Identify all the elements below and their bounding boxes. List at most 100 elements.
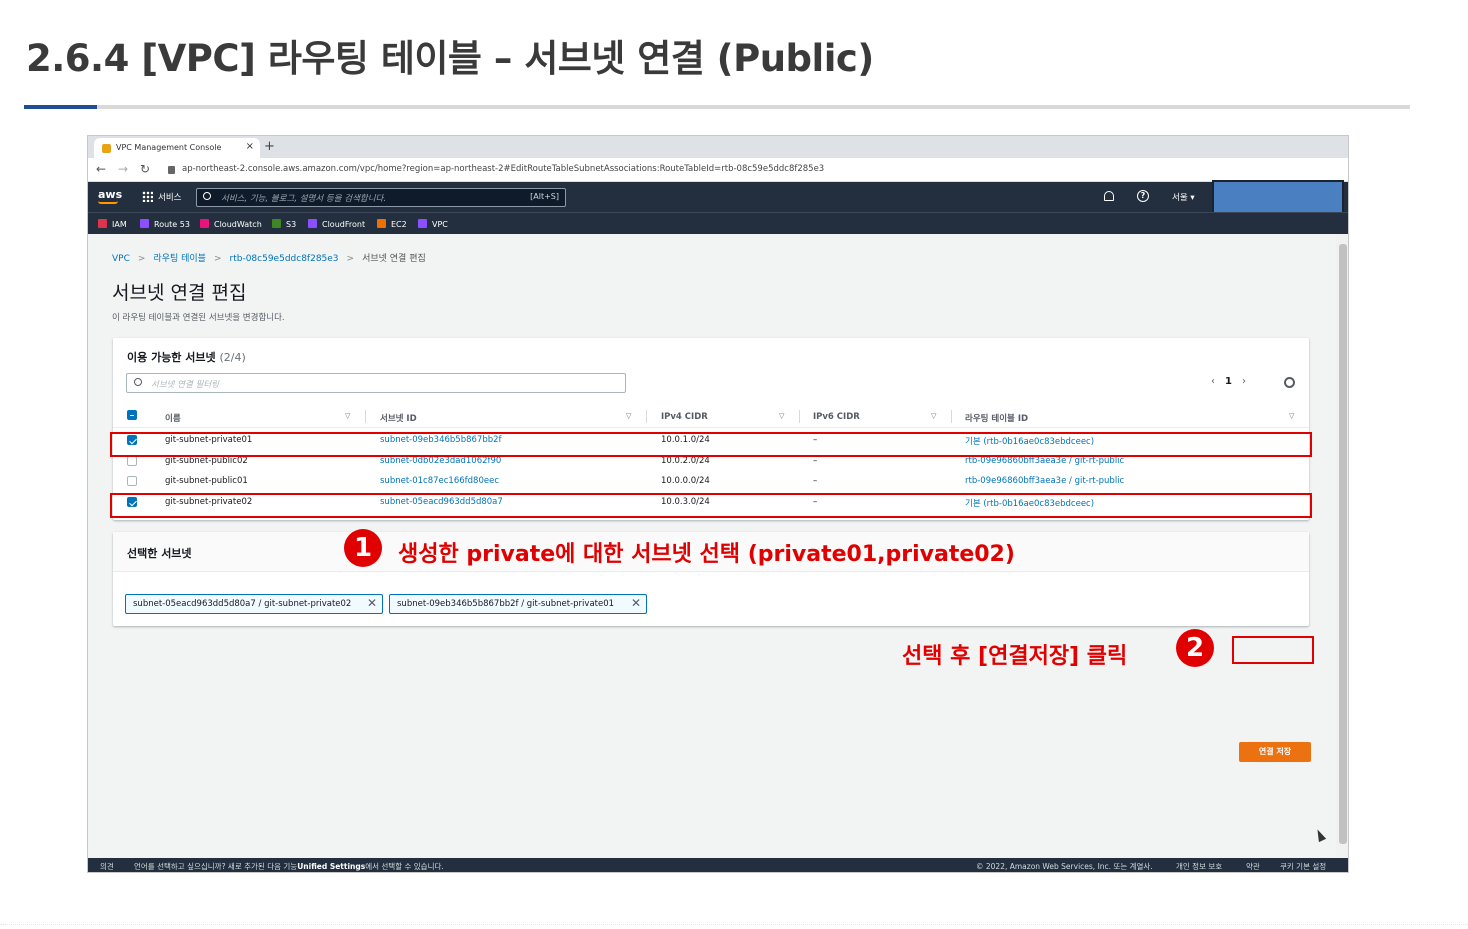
- console-footer: 의견 언어를 선택하고 싶으십니까? 새로 추가된 다음 기능Unified S…: [88, 858, 1348, 872]
- services-grid-icon[interactable]: [142, 191, 153, 202]
- cookies-link[interactable]: 쿠키 기본 설정: [1280, 861, 1326, 872]
- favorite-iam[interactable]: IAM: [98, 219, 127, 229]
- privacy-link[interactable]: 개인 정보 보호: [1176, 861, 1222, 872]
- column-ipv4-cidr[interactable]: IPv4 CIDR: [661, 412, 708, 422]
- page-description: 이 라우팅 테이블과 연결된 서브넷을 변경합니다.: [112, 313, 285, 323]
- column-name[interactable]: 이름: [165, 412, 181, 424]
- favorite-s3[interactable]: S3: [272, 219, 296, 229]
- aws-favicon-icon: [102, 144, 111, 153]
- s3-icon: [272, 219, 281, 228]
- mouse-cursor-icon: [1313, 827, 1327, 843]
- filter-placeholder: 서브넷 연결 필터링: [151, 380, 219, 390]
- column-subnet-id[interactable]: 서브넷 ID: [380, 412, 417, 424]
- column-divider: [365, 410, 366, 423]
- aws-logo-smile-icon: [98, 201, 118, 204]
- sort-caret-icon[interactable]: ▽: [626, 412, 631, 420]
- aws-top-nav: aws 서비스 서비스, 기능, 블로그, 설명서 등을 검색합니다. [Alt…: [88, 180, 1348, 252]
- browser-tab-bar: VPC Management Console × +: [88, 136, 1348, 158]
- favorite-cloudwatch[interactable]: CloudWatch: [200, 219, 262, 229]
- back-arrow-icon[interactable]: ←: [96, 162, 106, 176]
- new-tab-button[interactable]: +: [264, 139, 275, 154]
- column-divider: [951, 410, 952, 423]
- step-2-badge: 2: [1176, 629, 1214, 667]
- route-table-link[interactable]: rtb-09e96860bff3aea3e / git-rt-public: [965, 476, 1124, 486]
- terms-link[interactable]: 약관: [1246, 861, 1260, 872]
- remove-token-icon[interactable]: ✕: [631, 596, 641, 610]
- ipv6-cidr: –: [813, 456, 818, 466]
- search-icon: [134, 378, 142, 386]
- row-checkbox[interactable]: [127, 456, 137, 466]
- breadcrumb-route-table-id[interactable]: rtb-08c59e5ddc8f285e3: [230, 254, 339, 264]
- sort-caret-icon[interactable]: ▽: [345, 412, 350, 420]
- address-bar: ← → ↻ ap-northeast-2.console.aws.amazon.…: [88, 158, 1348, 182]
- step-1-badge: 1: [344, 529, 382, 567]
- reload-icon[interactable]: ↻: [140, 162, 150, 176]
- highlight-save-button: [1232, 636, 1314, 664]
- ipv4-cidr: 10.0.2.0/24: [661, 456, 710, 466]
- sort-caret-icon[interactable]: ▽: [1289, 412, 1294, 420]
- ipv4-cidr: 10.0.0.0/24: [661, 476, 710, 486]
- help-icon[interactable]: ?: [1137, 190, 1149, 202]
- table-row[interactable]: git-subnet-public01 subnet-01c87ec166fd8…: [113, 471, 1309, 491]
- remove-token-icon[interactable]: ✕: [367, 596, 377, 610]
- sort-caret-icon[interactable]: ▽: [931, 412, 936, 420]
- favorites-bar: IAM Route 53 CloudWatch S3 CloudFront EC…: [88, 212, 1348, 234]
- subnet-id-link[interactable]: subnet-0db02e3dad1062f90: [380, 456, 501, 466]
- page-scrollbar[interactable]: [1336, 234, 1348, 858]
- selected-subnet-token: subnet-09eb346b5b867bb2f / git-subnet-pr…: [389, 594, 647, 614]
- table-header: 이름 ▽ 서브넷 ID ▽ IPv4 CIDR ▽ IPv6 CIDR ▽ 라우…: [113, 404, 1309, 428]
- sort-caret-icon[interactable]: ▽: [779, 412, 784, 420]
- unified-settings-link[interactable]: Unified Settings: [297, 862, 365, 871]
- feedback-link[interactable]: 의견: [100, 861, 114, 872]
- column-divider: [799, 410, 800, 423]
- page-title: 서브넷 연결 편집: [112, 282, 247, 304]
- aws-logo[interactable]: aws: [98, 188, 122, 201]
- bell-icon[interactable]: [1104, 191, 1114, 201]
- route-table-link[interactable]: rtb-09e96860bff3aea3e / git-rt-public: [965, 456, 1124, 466]
- highlight-private01-row: [110, 432, 1312, 457]
- tab-close-icon[interactable]: ×: [246, 141, 254, 152]
- services-menu[interactable]: 서비스: [158, 191, 181, 203]
- step-2-callout: 선택 후 [연결저장] 클릭: [902, 644, 1128, 669]
- favorite-cloudfront[interactable]: CloudFront: [308, 219, 365, 229]
- column-divider: [646, 410, 647, 423]
- favorite-ec2[interactable]: EC2: [377, 219, 407, 229]
- breadcrumb-route-tables[interactable]: 라우팅 테이블: [153, 254, 206, 264]
- aws-search-input[interactable]: 서비스, 기능, 블로그, 설명서 등을 검색합니다. [Alt+S]: [196, 188, 566, 207]
- page-number[interactable]: 1: [1225, 376, 1232, 387]
- slide-bottom-rule: [0, 924, 1468, 925]
- step-1-callout: 생성한 private에 대한 서브넷 선택 (private01,privat…: [398, 542, 1015, 567]
- scrollbar-thumb[interactable]: [1339, 244, 1347, 844]
- highlight-private02-row: [110, 493, 1312, 518]
- subnet-id-link[interactable]: subnet-01c87ec166fd80eec: [380, 476, 499, 486]
- next-page-icon[interactable]: ›: [1242, 376, 1246, 387]
- search-placeholder: 서비스, 기능, 블로그, 설명서 등을 검색합니다.: [221, 194, 387, 204]
- row-checkbox[interactable]: [127, 476, 137, 486]
- region-selector[interactable]: 서울 ▾: [1172, 191, 1195, 203]
- column-ipv6-cidr[interactable]: IPv6 CIDR: [813, 412, 860, 422]
- column-route-table-id[interactable]: 라우팅 테이블 ID: [965, 412, 1028, 424]
- breadcrumb: VPC > 라우팅 테이블 > rtb-08c59e5ddc8f285e3 > 서브넷 연결…: [112, 254, 426, 264]
- browser-tab[interactable]: VPC Management Console ×: [94, 138, 260, 158]
- breadcrumb-vpc[interactable]: VPC: [112, 254, 130, 264]
- save-associations-button[interactable]: 연결 저장: [1239, 742, 1311, 762]
- subnet-filter-input[interactable]: 서브넷 연결 필터링: [126, 373, 626, 393]
- language-note: 언어를 선택하고 싶으십니까? 새로 추가된 다음 기능Unified Sett…: [134, 862, 444, 871]
- iam-icon: [98, 219, 107, 228]
- select-all-checkbox[interactable]: [127, 410, 137, 420]
- ec2-icon: [377, 219, 386, 228]
- token-label: subnet-09eb346b5b867bb2f / git-subnet-pr…: [397, 599, 615, 609]
- title-divider: [24, 105, 1410, 109]
- lock-icon: [168, 166, 175, 174]
- forward-arrow-icon[interactable]: →: [118, 162, 128, 176]
- url-field[interactable]: ap-northeast-2.console.aws.amazon.com/vp…: [182, 164, 824, 174]
- subnet-name: git-subnet-public01: [165, 476, 248, 486]
- ipv6-cidr: –: [813, 476, 818, 486]
- favorite-route53[interactable]: Route 53: [140, 219, 190, 229]
- slide-title: 2.6.4 [VPC] 라우팅 테이블 – 서브넷 연결 (Public): [26, 37, 874, 80]
- pagination: ‹ 1 ›: [1211, 376, 1246, 387]
- gear-icon[interactable]: [1284, 377, 1295, 388]
- prev-page-icon[interactable]: ‹: [1211, 376, 1215, 387]
- cloudwatch-icon: [200, 219, 209, 228]
- favorite-vpc[interactable]: VPC: [418, 219, 448, 229]
